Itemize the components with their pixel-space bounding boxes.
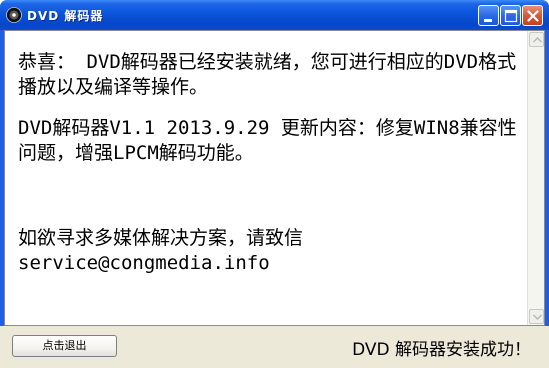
close-button[interactable] (522, 5, 543, 26)
contact-paragraph: 如欲寻求多媒体解决方案，请致信service@congmedia.info (18, 227, 304, 274)
minimize-button[interactable] (478, 5, 499, 26)
message-panel: 恭喜： DVD解码器已经安装就绪，您可进行相应的DVD格式播放以及编译等操作。 … (4, 30, 545, 326)
install-success-message: DVD 解码器安装成功！ (352, 340, 531, 360)
scroll-up-button[interactable] (529, 32, 544, 47)
scroll-down-button[interactable] (529, 309, 544, 324)
scroll-down-arrow-icon (533, 314, 542, 320)
exit-button[interactable]: 点击退出 (12, 335, 117, 357)
vertical-scrollbar[interactable] (527, 31, 544, 325)
footer-bar: 点击退出 DVD 解码器安装成功！ (0, 326, 549, 368)
update-notes-paragraph: DVD解码器V1.1 2013.9.29 更新内容：修复WIN8兼容性问题，增强… (18, 117, 517, 164)
window-title: DVD 解码器 (27, 9, 104, 23)
title-bar[interactable]: DVD 解码器 (0, 0, 549, 30)
minimize-icon (484, 19, 492, 22)
maximize-icon (504, 9, 518, 23)
message-text-area[interactable]: 恭喜： DVD解码器已经安装就绪，您可进行相应的DVD格式播放以及编译等操作。 … (5, 31, 527, 325)
scroll-up-arrow-icon (533, 37, 542, 43)
installer-window: DVD 解码器 恭喜： DVD解码器已经安装就绪，您可进行相应的DVD格式播放以… (0, 0, 549, 368)
dvd-disc-icon (6, 7, 22, 23)
congrats-paragraph: 恭喜： DVD解码器已经安装就绪，您可进行相应的DVD格式播放以及编译等操作。 (18, 51, 517, 98)
maximize-button[interactable] (500, 5, 521, 26)
close-icon (527, 10, 539, 22)
